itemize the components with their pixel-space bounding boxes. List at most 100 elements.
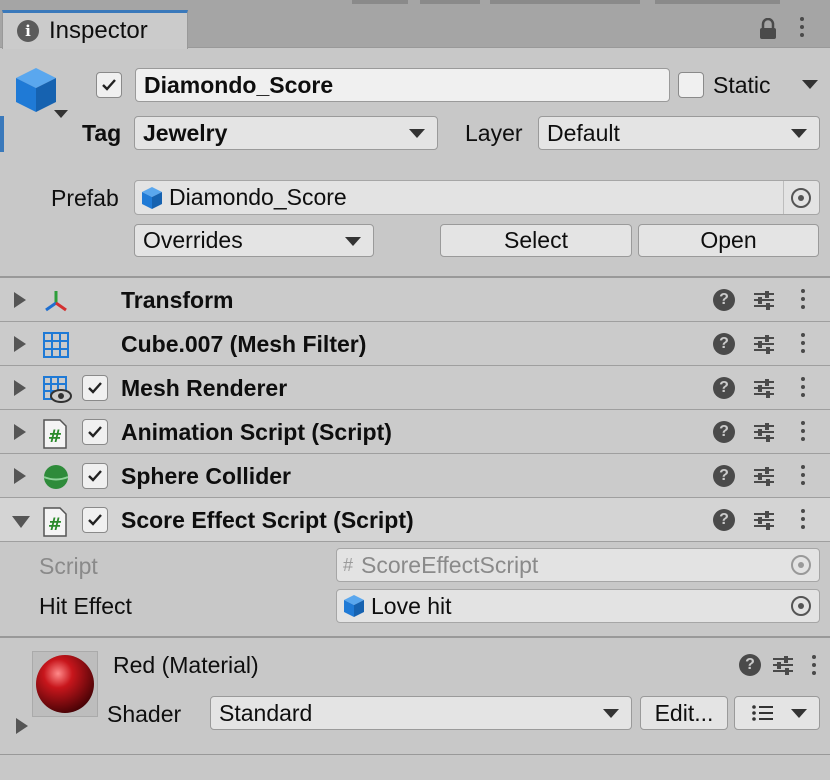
bottom-divider: [0, 754, 830, 755]
prefab-cube-icon: [344, 595, 364, 617]
cube-icon: [14, 66, 58, 119]
shader-label: Shader: [107, 701, 182, 727]
component-enabled-checkbox[interactable]: [82, 419, 108, 445]
overrides-dropdown[interactable]: Overrides: [134, 224, 374, 257]
component-title: Score Effect Script (Script): [121, 506, 414, 533]
select-button[interactable]: Select: [440, 224, 632, 257]
static-label: Static: [713, 72, 771, 98]
presets-icon[interactable]: [753, 422, 775, 447]
svg-text:#: #: [48, 515, 62, 535]
chevron-down-icon: [603, 709, 619, 718]
help-icon[interactable]: ?: [713, 421, 735, 443]
mesh-filter-icon: [42, 331, 70, 359]
tab-strip-fragment: [352, 0, 408, 4]
layer-label: Layer: [465, 120, 523, 146]
presets-icon[interactable]: [753, 510, 775, 535]
component-title: Animation Script (Script): [121, 418, 392, 445]
script-field-label: Script: [39, 553, 98, 579]
help-icon[interactable]: ?: [713, 333, 735, 355]
lock-icon[interactable]: [758, 17, 778, 45]
component-title: Transform: [121, 286, 234, 313]
layer-value: Default: [547, 119, 620, 146]
presets-icon[interactable]: [753, 290, 775, 315]
component-enabled-checkbox[interactable]: [82, 375, 108, 401]
sphere-collider-icon: [42, 463, 70, 491]
help-icon[interactable]: ?: [713, 509, 735, 531]
script-field: # ScoreEffectScript: [336, 548, 820, 582]
tab-strip-fragment: [490, 0, 640, 4]
presets-icon[interactable]: [753, 378, 775, 403]
shader-dropdown[interactable]: Standard: [210, 696, 632, 730]
hit-effect-field[interactable]: Love hit: [336, 589, 820, 623]
active-checkbox[interactable]: [96, 72, 122, 98]
component-menu-icon[interactable]: [800, 421, 806, 441]
tab-strip-fragment: [420, 0, 480, 4]
overrides-label: Overrides: [143, 227, 243, 253]
layer-dropdown[interactable]: Default: [538, 116, 820, 150]
icon-dropdown-arrow-icon[interactable]: [54, 110, 68, 118]
sphere-preview-icon: [36, 655, 94, 713]
object-picker-icon[interactable]: [791, 596, 811, 616]
presets-icon[interactable]: [753, 334, 775, 359]
collapse-arrow-icon[interactable]: [12, 516, 30, 528]
presets-icon[interactable]: [753, 466, 775, 491]
window-menu-icon[interactable]: [799, 17, 805, 37]
tab-title: Inspector: [49, 17, 148, 44]
material-divider: [0, 636, 830, 638]
component-menu-icon[interactable]: [800, 289, 806, 309]
tag-dropdown[interactable]: Jewelry: [134, 116, 438, 150]
component-enabled-checkbox[interactable]: [82, 463, 108, 489]
static-checkbox[interactable]: [678, 72, 704, 98]
component-menu-icon[interactable]: [800, 377, 806, 397]
expand-arrow-icon[interactable]: [16, 718, 28, 734]
material-title: Red (Material): [113, 652, 259, 678]
open-button[interactable]: Open: [638, 224, 819, 257]
object-name-input[interactable]: Diamondo_Score: [135, 68, 670, 102]
hit-effect-label: Hit Effect: [39, 593, 132, 619]
material-menu-icon[interactable]: [811, 655, 817, 675]
expand-arrow-icon[interactable]: [14, 380, 26, 396]
component-menu-icon[interactable]: [800, 509, 806, 529]
transform-icon: [42, 287, 70, 315]
info-icon: i: [17, 20, 39, 42]
expand-arrow-icon[interactable]: [14, 424, 26, 440]
component-enabled-checkbox[interactable]: [82, 507, 108, 533]
list-icon: [752, 705, 773, 721]
prefab-field[interactable]: Diamondo_Score: [134, 180, 820, 215]
help-icon[interactable]: ?: [739, 654, 761, 676]
script-icon: #: [42, 419, 70, 449]
component-title: Cube.007 (Mesh Filter): [121, 330, 367, 357]
material-preview: [32, 651, 98, 717]
expand-arrow-icon[interactable]: [14, 292, 26, 308]
tab-inspector[interactable]: i Inspector: [2, 10, 188, 49]
static-dropdown-icon[interactable]: [802, 80, 818, 89]
help-icon[interactable]: ?: [713, 465, 735, 487]
prefab-label: Prefab: [51, 185, 119, 211]
component-sphere-collider[interactable]: Sphere Collider ?: [0, 454, 830, 498]
presets-icon[interactable]: [772, 655, 794, 680]
script-icon: #: [343, 554, 354, 575]
edit-shader-button[interactable]: Edit...: [640, 696, 728, 730]
svg-text:#: #: [48, 427, 62, 447]
component-animation-script[interactable]: # Animation Script (Script) ?: [0, 410, 830, 454]
expand-arrow-icon[interactable]: [14, 468, 26, 484]
component-score-effect-script[interactable]: # Score Effect Script (Script) ?: [0, 498, 830, 542]
component-title: Mesh Renderer: [121, 374, 288, 401]
object-picker-icon[interactable]: [791, 187, 811, 208]
selection-accent: [0, 116, 4, 152]
prefab-value: Diamondo_Score: [169, 184, 347, 210]
script-icon: #: [42, 507, 70, 537]
script-field-value: ScoreEffectScript: [361, 551, 539, 578]
component-mesh-filter[interactable]: Cube.007 (Mesh Filter) ?: [0, 322, 830, 366]
component-transform[interactable]: Transform ?: [0, 278, 830, 322]
mesh-renderer-icon: [42, 375, 72, 403]
component-menu-icon[interactable]: [800, 333, 806, 353]
chevron-down-icon: [791, 129, 807, 138]
help-icon[interactable]: ?: [713, 289, 735, 311]
component-menu-icon[interactable]: [800, 465, 806, 485]
expand-arrow-icon[interactable]: [14, 336, 26, 352]
component-mesh-renderer[interactable]: Mesh Renderer ?: [0, 366, 830, 410]
chevron-down-icon: [791, 709, 807, 718]
shader-options-dropdown[interactable]: [734, 696, 820, 730]
help-icon[interactable]: ?: [713, 377, 735, 399]
